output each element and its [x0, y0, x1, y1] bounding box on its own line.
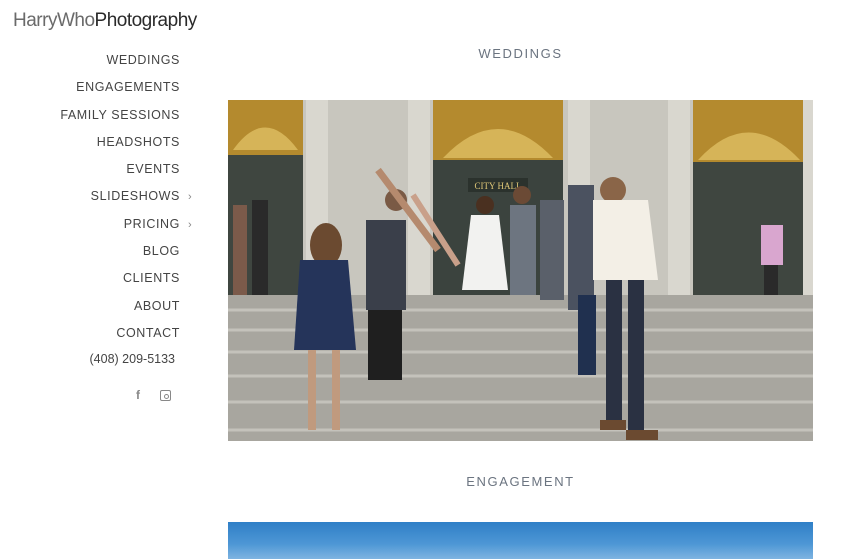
- site-logo[interactable]: HarryWhoPhotography: [13, 10, 197, 32]
- nav-label: CONTACT: [116, 325, 180, 340]
- nav-contact[interactable]: CONTACT: [0, 323, 180, 350]
- instagram-icon[interactable]: [160, 390, 171, 401]
- wedding-scene-illustration: CITY HALL: [228, 100, 813, 441]
- nav-blog[interactable]: BLOG: [0, 241, 180, 268]
- nav-slideshows[interactable]: SLIDESHOWS ›: [0, 186, 192, 213]
- nav-weddings[interactable]: WEDDINGS: [0, 50, 180, 77]
- nav-headshots[interactable]: HEADSHOTS: [0, 132, 180, 159]
- nav-about[interactable]: ABOUT: [0, 296, 180, 323]
- facebook-icon[interactable]: f: [136, 388, 140, 402]
- nav-label: PRICING: [123, 216, 180, 231]
- nav-clients[interactable]: CLIENTS: [0, 268, 180, 295]
- engagement-photo[interactable]: [228, 522, 813, 559]
- nav-label: ENGAGEMENTS: [76, 80, 180, 95]
- main-nav: WEDDINGS ENGAGEMENTS FAMILY SESSIONS HEA…: [0, 50, 192, 350]
- weddings-photo[interactable]: CITY HALL: [228, 100, 813, 441]
- nav-label: CLIENTS: [123, 271, 180, 286]
- nav-label: FAMILY SESSIONS: [60, 107, 180, 122]
- page: HarryWhoPhotography WEDDINGS ENGAGEMENTS…: [0, 0, 845, 559]
- phone-number[interactable]: (408) 209-5133: [0, 352, 175, 366]
- nav-engagements[interactable]: ENGAGEMENTS: [0, 77, 180, 104]
- chevron-right-icon: ›: [188, 218, 193, 231]
- nav-events[interactable]: EVENTS: [0, 159, 180, 186]
- nav-label: ABOUT: [133, 298, 180, 313]
- nav-label: EVENTS: [126, 162, 180, 177]
- chevron-right-icon: ›: [188, 191, 193, 204]
- nav-family-sessions[interactable]: FAMILY SESSIONS: [0, 105, 180, 132]
- logo-part-dark: Photography: [94, 10, 198, 31]
- section-title-engagement: ENGAGEMENT: [466, 474, 575, 489]
- nav-label: BLOG: [142, 244, 180, 259]
- logo-part-light: HarryWho: [13, 10, 95, 31]
- nav-label: WEDDINGS: [106, 53, 180, 67]
- section-title-weddings: WEDDINGS: [478, 46, 563, 61]
- nav-label: HEADSHOTS: [96, 134, 180, 149]
- city-hall-sign: CITY HALL: [475, 181, 522, 191]
- nav-label: SLIDESHOWS: [90, 189, 180, 204]
- nav-pricing[interactable]: PRICING ›: [0, 214, 192, 241]
